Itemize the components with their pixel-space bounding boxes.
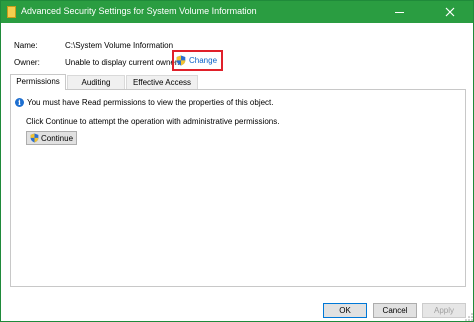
apply-button: Apply (422, 303, 466, 318)
owner-label: Owner: (14, 58, 40, 67)
resize-grip-icon[interactable] (465, 313, 473, 321)
owner-value: Unable to display current owner. (65, 58, 180, 67)
continue-button-label: Continue (41, 133, 74, 143)
change-owner-link[interactable]: Change (176, 54, 217, 67)
close-button[interactable] (430, 1, 470, 23)
cancel-button[interactable]: Cancel (373, 303, 417, 318)
folder-icon (7, 6, 16, 18)
info-icon: i (15, 98, 24, 107)
name-value: C:\System Volume Information (65, 41, 174, 50)
title-bar[interactable]: Advanced Security Settings for System Vo… (1, 1, 473, 23)
continue-button[interactable]: Continue (26, 131, 77, 145)
tab-effective-access[interactable]: Effective Access (126, 75, 198, 89)
tab-effective-access-label: Effective Access (132, 78, 192, 87)
tab-auditing[interactable]: Auditing (67, 75, 125, 89)
security-settings-window: Advanced Security Settings for System Vo… (0, 0, 474, 322)
tab-auditing-label: Auditing (81, 78, 111, 87)
name-label: Name: (14, 41, 38, 50)
change-link-label: Change (189, 56, 218, 65)
uac-shield-icon (30, 133, 39, 143)
window-title: Advanced Security Settings for System Vo… (21, 6, 257, 16)
close-icon (445, 7, 455, 17)
continue-instruction: Click Continue to attempt the operation … (26, 117, 280, 126)
tab-permissions[interactable]: Permissions (10, 74, 66, 90)
tab-permissions-label: Permissions (16, 77, 60, 86)
minimize-button[interactable] (385, 1, 414, 23)
ok-button[interactable]: OK (323, 303, 367, 318)
read-permission-message: You must have Read permissions to view t… (27, 98, 274, 107)
uac-shield-icon (176, 55, 186, 66)
